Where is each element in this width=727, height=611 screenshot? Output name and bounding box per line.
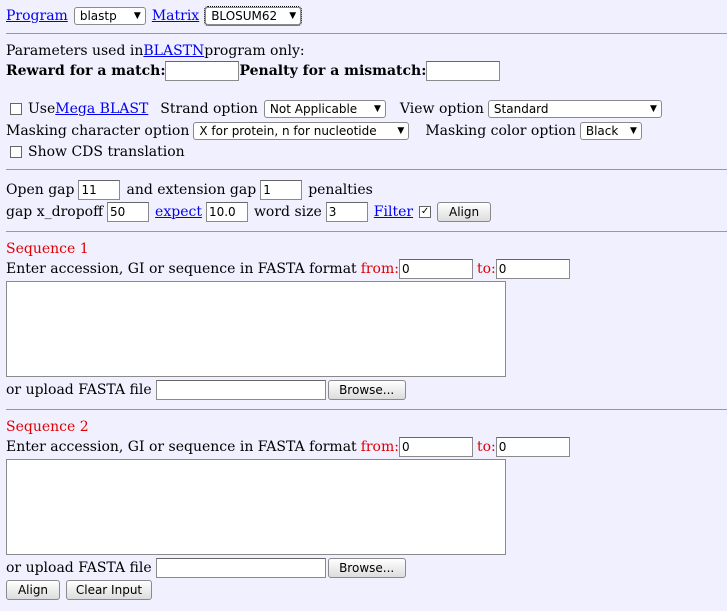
blastn-link[interactable]: BLASTN: [143, 43, 204, 59]
seq1-from-label: from:: [360, 261, 399, 277]
cds-row: Show CDS translation: [6, 141, 185, 163]
mega-blast-link[interactable]: Mega BLAST: [55, 101, 148, 117]
seq2-enter-label: Enter accession, GI or sequence in FASTA…: [6, 439, 357, 455]
strand-label: Strand option: [160, 101, 258, 117]
seq2-file-input[interactable]: [155, 558, 326, 578]
masking-color-select[interactable]: Black ▼: [579, 122, 642, 140]
matrix-link[interactable]: Matrix: [152, 8, 199, 24]
seq2-from-label: from:: [360, 439, 399, 455]
chevron-down-icon: ▼: [397, 126, 405, 136]
seq1-accession-row: Enter accession, GI or sequence in FASTA…: [6, 258, 570, 280]
strand-select[interactable]: Not Applicable ▼: [263, 100, 386, 118]
chevron-down-icon: ▼: [374, 104, 381, 114]
params-note: Parameters used in BLASTN program only:: [6, 40, 305, 62]
seq1-textarea[interactable]: [6, 281, 506, 377]
masking-row: Masking character option X for protein, …: [6, 120, 642, 142]
program-link[interactable]: Program: [6, 8, 68, 24]
seq1-browse-button[interactable]: Browse...: [327, 380, 406, 400]
reward-input[interactable]: [165, 61, 240, 81]
mega-strand-view-row: Use Mega BLAST Strand option Not Applica…: [6, 98, 662, 120]
cds-checkbox[interactable]: [10, 146, 22, 158]
program-matrix-row: Program blastp ▼ Matrix BLOSUM62 ▼: [6, 5, 303, 27]
seq2-textarea[interactable]: [6, 459, 506, 555]
chevron-down-icon: ▼: [133, 11, 141, 21]
reward-label: Reward for a match:: [6, 63, 166, 79]
x-dropoff-input[interactable]: 50: [107, 202, 150, 222]
penalty-input[interactable]: [426, 61, 501, 81]
seq2-to-input[interactable]: 0: [495, 437, 570, 457]
seq1-from-input[interactable]: 0: [398, 259, 473, 279]
view-label: View option: [399, 101, 484, 117]
align-button-top[interactable]: Align: [437, 202, 492, 222]
seq2-from-input[interactable]: 0: [398, 437, 473, 457]
filter-checkbox[interactable]: ✓: [419, 206, 432, 218]
bottom-buttons-row: Align Clear Input: [6, 579, 152, 601]
seq2-accession-row: Enter accession, GI or sequence in FASTA…: [6, 436, 570, 458]
seq1-to-input[interactable]: 0: [495, 259, 570, 279]
open-gap-input[interactable]: 11: [78, 180, 121, 200]
mega-blast-checkbox[interactable]: [10, 103, 22, 115]
seq2-browse-button[interactable]: Browse...: [327, 558, 406, 578]
params-note-suffix: program only:: [204, 43, 305, 59]
ext-gap-input[interactable]: 1: [260, 180, 303, 200]
masking-color-label: Masking color option: [425, 123, 576, 139]
seq1-file-input[interactable]: [155, 380, 326, 400]
seq2-upload-row: or upload FASTA file Browse...: [6, 557, 406, 579]
word-size-input[interactable]: 3: [325, 202, 368, 222]
dropoff-row: gap x_dropoff 50 expect 10.0 word size 3…: [6, 201, 492, 223]
masking-char-value: X for protein, n for nucleotide: [199, 124, 377, 138]
masking-char-select[interactable]: X for protein, n for nucleotide ▼: [193, 122, 410, 140]
divider: [6, 409, 727, 410]
chevron-down-icon: ▼: [289, 11, 297, 21]
align-button[interactable]: Align: [6, 580, 60, 600]
program-select-value: blastp: [79, 9, 117, 23]
expect-link[interactable]: expect: [155, 204, 202, 220]
gap-penalties-row: Open gap 11 and extension gap 1 penaltie…: [6, 179, 373, 201]
seq2-to-label: to:: [476, 439, 496, 455]
divider: [6, 169, 727, 170]
clear-input-button[interactable]: Clear Input: [66, 580, 152, 600]
seq2-upload-label: or upload FASTA file: [6, 560, 152, 576]
seq1-to-label: to:: [476, 261, 496, 277]
x-dropoff-label: gap x_dropoff: [6, 204, 104, 220]
filter-link[interactable]: Filter: [374, 204, 413, 220]
open-gap-label: Open gap: [6, 182, 75, 198]
chevron-down-icon: ▼: [650, 104, 657, 114]
ext-gap-label: and extension gap: [126, 182, 257, 198]
expect-input[interactable]: 10.0: [205, 202, 248, 222]
view-select-value: Standard: [493, 102, 549, 116]
matrix-select[interactable]: BLOSUM62 ▼: [204, 6, 303, 26]
seq1-enter-label: Enter accession, GI or sequence in FASTA…: [6, 261, 357, 277]
sequence-1-title: Sequence 1: [6, 241, 89, 257]
seq1-upload-row: or upload FASTA file Browse...: [6, 379, 406, 401]
word-size-label: word size: [253, 204, 322, 220]
penalties-label: penalties: [308, 182, 373, 198]
penalty-label: Penalty for a mismatch:: [239, 63, 427, 79]
seq1-upload-label: or upload FASTA file: [6, 382, 152, 398]
mega-blast-prefix: Use: [28, 101, 56, 117]
view-select[interactable]: Standard ▼: [487, 100, 662, 118]
chevron-down-icon: ▼: [629, 126, 637, 136]
strand-select-value: Not Applicable: [269, 102, 358, 116]
reward-penalty-row: Reward for a match: Penalty for a mismat…: [6, 60, 501, 82]
matrix-select-value: BLOSUM62: [211, 9, 278, 23]
divider: [6, 231, 727, 232]
cds-label: Show CDS translation: [28, 144, 185, 160]
masking-char-label: Masking character option: [6, 123, 190, 139]
masking-color-value: Black: [585, 124, 619, 138]
sequence-2-title: Sequence 2: [6, 419, 89, 435]
program-select[interactable]: blastp ▼: [73, 7, 146, 25]
divider: [6, 33, 727, 34]
params-note-prefix: Parameters used in: [6, 43, 144, 59]
